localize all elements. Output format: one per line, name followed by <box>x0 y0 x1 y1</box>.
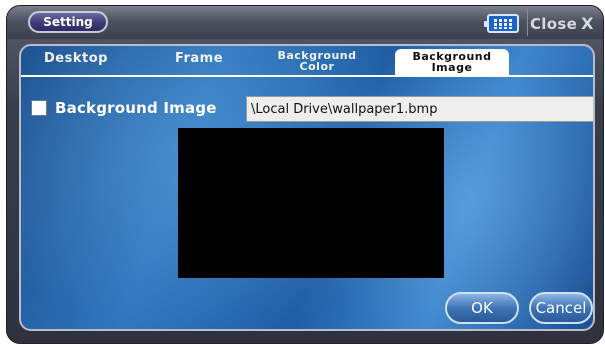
background-image-row: Background Image <box>31 95 217 121</box>
close-icon: X <box>581 14 594 33</box>
tab-background-image-line2: Image <box>431 61 473 74</box>
image-preview <box>178 128 444 278</box>
tab-background-image[interactable]: Background Image <box>395 49 509 76</box>
keyboard-icon[interactable] <box>484 14 519 33</box>
keyboard-icon-nub <box>484 21 488 27</box>
background-image-checkbox[interactable] <box>31 100 47 116</box>
settings-panel: Desktop Frame Background Color Backgroun… <box>19 44 595 331</box>
tab-underline <box>21 75 593 77</box>
background-image-path-field[interactable] <box>246 96 593 122</box>
tab-bar: Desktop Frame Background Color Backgroun… <box>21 46 593 77</box>
cancel-button[interactable]: Cancel <box>529 292 593 324</box>
background-image-label: Background Image <box>55 99 217 117</box>
tab-background-color-line2: Color <box>299 60 335 73</box>
window-title: Setting <box>28 11 108 33</box>
title-divider <box>527 9 528 36</box>
tab-frame-label: Frame <box>174 51 224 66</box>
settings-window: Setting Close X Desktop Frame Background… <box>6 5 604 344</box>
tab-frame[interactable]: Frame <box>159 52 239 74</box>
tab-background-color[interactable]: Background Color <box>265 50 369 72</box>
tab-desktop[interactable]: Desktop <box>35 52 117 74</box>
tab-desktop-label: Desktop <box>44 51 108 66</box>
close-button[interactable]: Close X <box>530 13 602 34</box>
title-bar: Setting Close X <box>7 6 603 39</box>
keyboard-icon-keys <box>494 19 513 29</box>
ok-button[interactable]: OK <box>445 292 519 324</box>
close-label: Close <box>530 14 578 33</box>
